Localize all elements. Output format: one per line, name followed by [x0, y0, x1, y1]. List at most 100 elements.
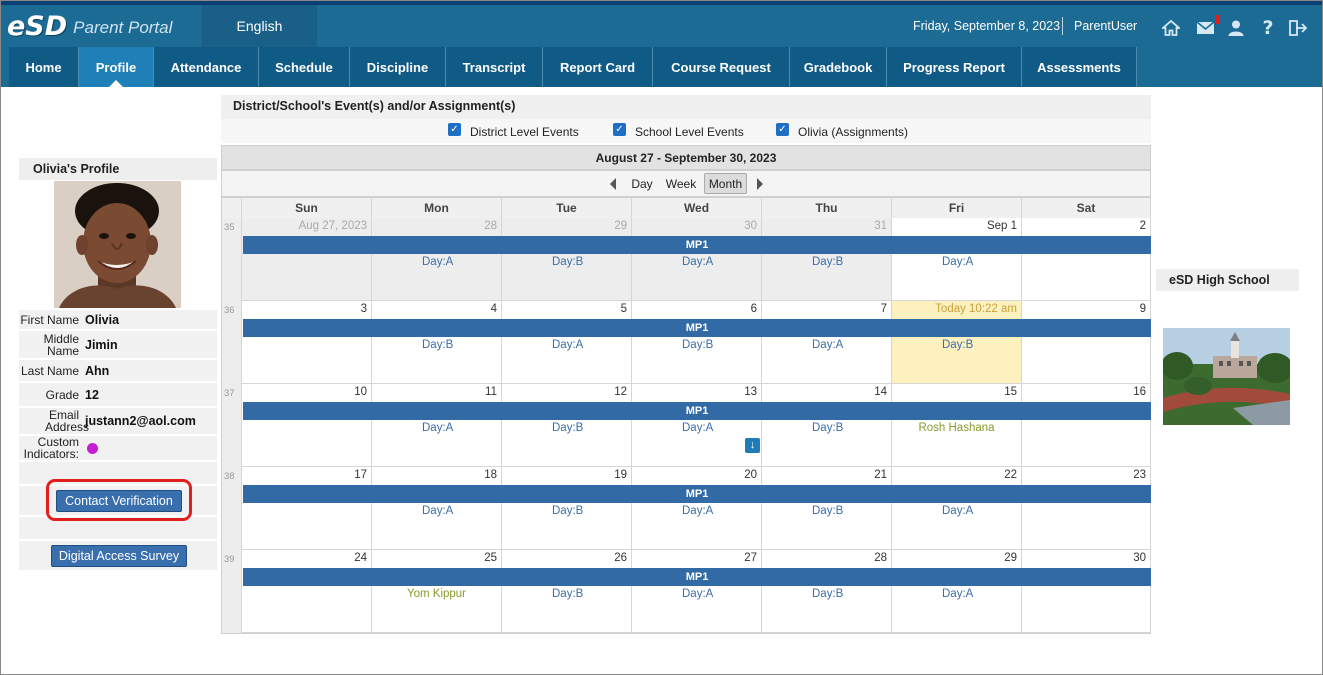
holiday-event[interactable]: Yom Kippur [372, 588, 501, 600]
district-events-label[interactable]: District Level Events [470, 125, 579, 139]
day-rotation-event[interactable]: Day:B [812, 422, 843, 434]
home-icon[interactable] [1160, 17, 1182, 39]
calendar-day-cell[interactable]: 7 Day:A [762, 301, 892, 384]
marking-period-bar[interactable]: MP1 [243, 568, 1151, 586]
calendar-day-cell[interactable]: 28 Day:B [762, 550, 892, 633]
calendar-day-cell[interactable]: 18 Day:A [372, 467, 502, 550]
calendar-day-cell[interactable]: 30 Day:A [632, 218, 762, 301]
day-rotation-event[interactable]: Day:A [942, 588, 973, 600]
field-value: justann2@aol.com [85, 414, 196, 428]
calendar-day-cell[interactable]: 14 Day:B [762, 384, 892, 467]
day-rotation-event[interactable]: Day:B [812, 505, 843, 517]
calendar-day-cell[interactable]: 9 [1022, 301, 1151, 384]
calendar-day-cell[interactable]: 30 [1022, 550, 1151, 633]
calendar-day-cell[interactable]: 4 Day:B [372, 301, 502, 384]
calendar-day-cell[interactable]: 13 Day:A ↓ [632, 384, 762, 467]
indicator-dot[interactable] [87, 442, 98, 454]
calendar-day-cell[interactable]: 28 Day:A [372, 218, 502, 301]
day-rotation-event[interactable]: Day:B [552, 422, 583, 434]
nav-assessments[interactable]: Assessments [1022, 47, 1137, 87]
day-rotation-event[interactable]: Day:A [422, 256, 453, 268]
next-arrow-icon[interactable] [757, 178, 763, 190]
day-rotation-event[interactable]: Day:A [552, 339, 583, 351]
nav-profile[interactable]: Profile [79, 47, 154, 87]
marking-period-bar[interactable]: MP1 [243, 485, 1151, 503]
calendar-day-cell[interactable]: 12 Day:B [502, 384, 632, 467]
calendar-day-cell[interactable]: 2 [1022, 218, 1151, 301]
view-week-button[interactable]: Week [661, 173, 701, 194]
view-month-button[interactable]: Month [704, 173, 747, 194]
calendar-day-cell[interactable]: 22 Day:A [892, 467, 1022, 550]
calendar-day-cell[interactable]: 11 Day:A [372, 384, 502, 467]
day-rotation-event[interactable]: Day:A [682, 422, 713, 434]
day-rotation-event[interactable]: Day:B [552, 588, 583, 600]
day-rotation-event[interactable]: Day:A [942, 505, 973, 517]
calendar-day-cell[interactable]: 15 Rosh Hashana [892, 384, 1022, 467]
logout-icon[interactable] [1288, 17, 1310, 39]
holiday-event[interactable]: Rosh Hashana [892, 422, 1021, 434]
day-rotation-event[interactable]: Day:B [812, 588, 843, 600]
marking-period-bar[interactable]: MP1 [243, 319, 1151, 337]
calendar-day-cell[interactable]: 3 [242, 301, 372, 384]
nav-transcript[interactable]: Transcript [446, 47, 543, 87]
day-rotation-event[interactable]: Day:A [682, 505, 713, 517]
nav-discipline[interactable]: Discipline [350, 47, 446, 87]
language-selector[interactable]: English [202, 5, 317, 47]
day-rotation-event[interactable]: Day:A [942, 256, 973, 268]
calendar-day-cell[interactable]: 31 Day:B [762, 218, 892, 301]
day-rotation-event[interactable]: Day:B [552, 256, 583, 268]
district-events-checkbox[interactable]: ✓ [448, 123, 461, 136]
nav-schedule[interactable]: Schedule [259, 47, 350, 87]
nav-report-card[interactable]: Report Card [543, 47, 653, 87]
school-events-checkbox[interactable]: ✓ [613, 123, 626, 136]
school-events-label[interactable]: School Level Events [635, 125, 744, 139]
day-rotation-event[interactable]: Day:A [682, 588, 713, 600]
logo[interactable]: eSD Parent Portal [7, 9, 172, 43]
calendar-day-cell[interactable]: 23 [1022, 467, 1151, 550]
user-icon[interactable] [1225, 17, 1247, 39]
marking-period-bar[interactable]: MP1 [243, 236, 1151, 254]
assignments-label[interactable]: Olivia (Assignments) [798, 125, 908, 139]
digital-access-survey-button[interactable]: Digital Access Survey [51, 545, 187, 567]
day-rotation-event[interactable]: Day:A [812, 339, 843, 351]
calendar-day-cell[interactable]: Today 10:22 am Day:B [892, 301, 1022, 384]
calendar-day-cell[interactable]: 5 Day:A [502, 301, 632, 384]
day-rotation-event[interactable]: Day:A [422, 422, 453, 434]
prev-arrow-icon[interactable] [610, 178, 616, 190]
calendar-day-cell[interactable]: 27 Day:A [632, 550, 762, 633]
day-rotation-event[interactable]: Day:A [422, 505, 453, 517]
calendar-day-cell[interactable]: 21 Day:B [762, 467, 892, 550]
expand-down-icon[interactable]: ↓ [745, 438, 760, 453]
day-rotation-event[interactable]: Day:B [552, 505, 583, 517]
day-rotation-event[interactable]: Day:B [812, 256, 843, 268]
calendar-day-cell[interactable]: Aug 27, 2023 [242, 218, 372, 301]
user-name[interactable]: ParentUser [1074, 19, 1137, 33]
calendar-day-cell[interactable]: 26 Day:B [502, 550, 632, 633]
nav-attendance[interactable]: Attendance [154, 47, 259, 87]
nav-home[interactable]: Home [9, 47, 79, 87]
mail-icon[interactable] [1195, 15, 1219, 39]
calendar-day-cell[interactable]: 17 [242, 467, 372, 550]
nav-gradebook[interactable]: Gradebook [790, 47, 887, 87]
calendar-day-cell[interactable]: 6 Day:B [632, 301, 762, 384]
calendar-day-cell[interactable]: 10 [242, 384, 372, 467]
calendar-day-cell[interactable]: 16 [1022, 384, 1151, 467]
day-rotation-event[interactable]: Day:B [942, 339, 973, 351]
calendar-day-cell[interactable]: 25 Yom Kippur [372, 550, 502, 633]
day-rotation-event[interactable]: Day:B [422, 339, 453, 351]
day-rotation-event[interactable]: Day:A [682, 256, 713, 268]
calendar-day-cell[interactable]: 20 Day:A [632, 467, 762, 550]
calendar-day-cell[interactable]: 19 Day:B [502, 467, 632, 550]
calendar-day-cell[interactable]: 29 Day:A [892, 550, 1022, 633]
calendar-day-cell[interactable]: Sep 1 Day:A [892, 218, 1022, 301]
day-rotation-event[interactable]: Day:B [682, 339, 713, 351]
calendar-day-cell[interactable]: 24 [242, 550, 372, 633]
assignments-checkbox[interactable]: ✓ [776, 123, 789, 136]
nav-progress-report[interactable]: Progress Report [887, 47, 1022, 87]
calendar-day-cell[interactable]: 29 Day:B [502, 218, 632, 301]
view-day-button[interactable]: Day [625, 173, 659, 194]
nav-course-request[interactable]: Course Request [653, 47, 790, 87]
help-icon[interactable]: ? [1257, 17, 1279, 39]
marking-period-bar[interactable]: MP1 [243, 402, 1151, 420]
contact-verification-button[interactable]: Contact Verification [56, 490, 182, 512]
